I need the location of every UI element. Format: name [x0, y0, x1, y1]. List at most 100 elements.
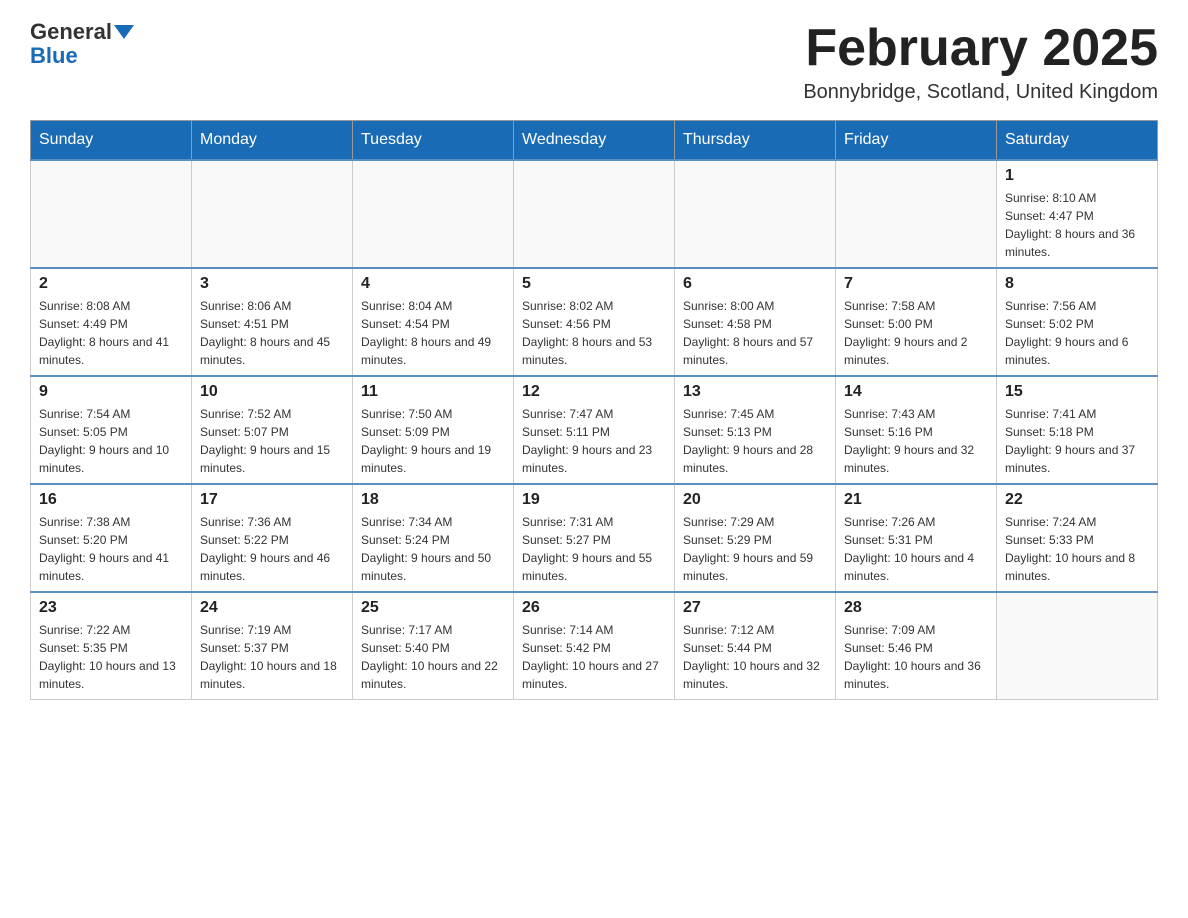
day-info: Sunrise: 7:22 AMSunset: 5:35 PMDaylight:…: [39, 621, 183, 693]
day-of-week-tuesday: Tuesday: [353, 121, 514, 161]
calendar-cell: 28 Sunrise: 7:09 AMSunset: 5:46 PMDayligh…: [836, 592, 997, 700]
day-info: Sunrise: 7:43 AMSunset: 5:16 PMDaylight:…: [844, 405, 988, 477]
day-number: 27: [683, 599, 827, 617]
day-info: Sunrise: 7:50 AMSunset: 5:09 PMDaylight:…: [361, 405, 505, 477]
calendar-cell: 1 Sunrise: 8:10 AMSunset: 4:47 PMDaylight…: [997, 160, 1158, 268]
day-number: 5: [522, 275, 666, 293]
calendar-cell: 21 Sunrise: 7:26 AMSunset: 5:31 PMDayligh…: [836, 484, 997, 592]
day-number: 12: [522, 383, 666, 401]
calendar-cell: [31, 160, 192, 268]
day-of-week-friday: Friday: [836, 121, 997, 161]
calendar-cell: 4Sunrise: 8:04 AMSunset: 4:54 PMDaylight…: [353, 268, 514, 376]
day-info: Sunrise: 7:24 AMSunset: 5:33 PMDaylight:…: [1005, 513, 1149, 585]
day-number: 19: [522, 491, 666, 509]
calendar-cell: [192, 160, 353, 268]
day-number: 20: [683, 491, 827, 509]
day-info: Sunrise: 7:45 AMSunset: 5:13 PMDaylight:…: [683, 405, 827, 477]
day-info: Sunrise: 7:17 AMSunset: 5:40 PMDaylight:…: [361, 621, 505, 693]
title-block: February 2025 Bonnybridge, Scotland, Uni…: [803, 20, 1158, 104]
calendar-cell: 8 Sunrise: 7:56 AMSunset: 5:02 PMDaylight…: [997, 268, 1158, 376]
day-number: 3: [200, 275, 344, 293]
calendar-cell: 10 Sunrise: 7:52 AMSunset: 5:07 PMDayligh…: [192, 376, 353, 484]
day-of-week-thursday: Thursday: [675, 121, 836, 161]
day-info: Sunrise: 7:26 AMSunset: 5:31 PMDaylight:…: [844, 513, 988, 585]
calendar-cell: 22 Sunrise: 7:24 AMSunset: 5:33 PMDayligh…: [997, 484, 1158, 592]
day-number: 18: [361, 491, 505, 509]
calendar-cell: 2 Sunrise: 8:08 AMSunset: 4:49 PMDaylight…: [31, 268, 192, 376]
logo: General Blue: [30, 20, 134, 68]
calendar-cell: 12 Sunrise: 7:47 AMSunset: 5:11 PMDayligh…: [514, 376, 675, 484]
day-number: 28: [844, 599, 988, 617]
calendar-week-3: 9 Sunrise: 7:54 AMSunset: 5:05 PMDaylight…: [31, 376, 1158, 484]
day-number: 26: [522, 599, 666, 617]
day-info: Sunrise: 7:19 AMSunset: 5:37 PMDaylight:…: [200, 621, 344, 693]
calendar-week-5: 23 Sunrise: 7:22 AMSunset: 5:35 PMDayligh…: [31, 592, 1158, 700]
calendar-cell: 24Sunrise: 7:19 AMSunset: 5:37 PMDayligh…: [192, 592, 353, 700]
calendar-cell: 19 Sunrise: 7:31 AMSunset: 5:27 PMDayligh…: [514, 484, 675, 592]
day-number: 10: [200, 383, 344, 401]
day-number: 1: [1005, 167, 1149, 185]
day-number: 17: [200, 491, 344, 509]
day-of-week-monday: Monday: [192, 121, 353, 161]
calendar: SundayMondayTuesdayWednesdayThursdayFrid…: [30, 120, 1158, 700]
day-of-week-sunday: Sunday: [31, 121, 192, 161]
calendar-cell: [514, 160, 675, 268]
day-number: 21: [844, 491, 988, 509]
day-number: 2: [39, 275, 183, 293]
calendar-cell: 14 Sunrise: 7:43 AMSunset: 5:16 PMDayligh…: [836, 376, 997, 484]
calendar-cell: [997, 592, 1158, 700]
day-info: Sunrise: 7:54 AMSunset: 5:05 PMDaylight:…: [39, 405, 183, 477]
day-number: 11: [361, 383, 505, 401]
day-number: 7: [844, 275, 988, 293]
logo-text-general: General: [30, 20, 112, 44]
calendar-cell: 13 Sunrise: 7:45 AMSunset: 5:13 PMDayligh…: [675, 376, 836, 484]
day-info: Sunrise: 8:06 AMSunset: 4:51 PMDaylight:…: [200, 297, 344, 369]
calendar-cell: 23 Sunrise: 7:22 AMSunset: 5:35 PMDayligh…: [31, 592, 192, 700]
day-info: Sunrise: 7:09 AMSunset: 5:46 PMDaylight:…: [844, 621, 988, 693]
logo-triangle-icon: [114, 25, 134, 39]
calendar-cell: 3 Sunrise: 8:06 AMSunset: 4:51 PMDaylight…: [192, 268, 353, 376]
day-info: Sunrise: 8:08 AMSunset: 4:49 PMDaylight:…: [39, 297, 183, 369]
calendar-cell: 11 Sunrise: 7:50 AMSunset: 5:09 PMDayligh…: [353, 376, 514, 484]
calendar-cell: [675, 160, 836, 268]
calendar-cell: 27 Sunrise: 7:12 AMSunset: 5:44 PMDayligh…: [675, 592, 836, 700]
calendar-cell: 26Sunrise: 7:14 AMSunset: 5:42 PMDayligh…: [514, 592, 675, 700]
day-number: 23: [39, 599, 183, 617]
day-info: Sunrise: 7:31 AMSunset: 5:27 PMDaylight:…: [522, 513, 666, 585]
day-number: 16: [39, 491, 183, 509]
day-of-week-saturday: Saturday: [997, 121, 1158, 161]
day-info: Sunrise: 7:36 AMSunset: 5:22 PMDaylight:…: [200, 513, 344, 585]
day-number: 22: [1005, 491, 1149, 509]
day-number: 9: [39, 383, 183, 401]
day-number: 15: [1005, 383, 1149, 401]
day-info: Sunrise: 8:00 AMSunset: 4:58 PMDaylight:…: [683, 297, 827, 369]
calendar-cell: 20 Sunrise: 7:29 AMSunset: 5:29 PMDayligh…: [675, 484, 836, 592]
calendar-week-4: 16Sunrise: 7:38 AMSunset: 5:20 PMDayligh…: [31, 484, 1158, 592]
location: Bonnybridge, Scotland, United Kingdom: [803, 81, 1158, 104]
day-info: Sunrise: 7:41 AMSunset: 5:18 PMDaylight:…: [1005, 405, 1149, 477]
day-number: 6: [683, 275, 827, 293]
calendar-week-1: 1 Sunrise: 8:10 AMSunset: 4:47 PMDaylight…: [31, 160, 1158, 268]
calendar-cell: 9 Sunrise: 7:54 AMSunset: 5:05 PMDaylight…: [31, 376, 192, 484]
calendar-cell: 25 Sunrise: 7:17 AMSunset: 5:40 PMDayligh…: [353, 592, 514, 700]
day-info: Sunrise: 7:56 AMSunset: 5:02 PMDaylight:…: [1005, 297, 1149, 369]
day-info: Sunrise: 7:12 AMSunset: 5:44 PMDaylight:…: [683, 621, 827, 693]
day-number: 8: [1005, 275, 1149, 293]
calendar-cell: 5 Sunrise: 8:02 AMSunset: 4:56 PMDaylight…: [514, 268, 675, 376]
day-info: Sunrise: 7:47 AMSunset: 5:11 PMDaylight:…: [522, 405, 666, 477]
day-info: Sunrise: 7:58 AMSunset: 5:00 PMDaylight:…: [844, 297, 988, 369]
calendar-cell: 15 Sunrise: 7:41 AMSunset: 5:18 PMDayligh…: [997, 376, 1158, 484]
day-info: Sunrise: 8:02 AMSunset: 4:56 PMDaylight:…: [522, 297, 666, 369]
month-title: February 2025: [803, 20, 1158, 77]
calendar-cell: 16Sunrise: 7:38 AMSunset: 5:20 PMDayligh…: [31, 484, 192, 592]
day-number: 13: [683, 383, 827, 401]
day-info: Sunrise: 7:29 AMSunset: 5:29 PMDaylight:…: [683, 513, 827, 585]
day-number: 25: [361, 599, 505, 617]
day-info: Sunrise: 7:34 AMSunset: 5:24 PMDaylight:…: [361, 513, 505, 585]
day-number: 14: [844, 383, 988, 401]
day-info: Sunrise: 8:10 AMSunset: 4:47 PMDaylight:…: [1005, 189, 1149, 261]
page-header: General Blue February 2025 Bonnybridge, …: [30, 20, 1158, 104]
day-info: Sunrise: 8:04 AMSunset: 4:54 PMDaylight:…: [361, 297, 505, 369]
calendar-cell: 17 Sunrise: 7:36 AMSunset: 5:22 PMDayligh…: [192, 484, 353, 592]
day-info: Sunrise: 7:52 AMSunset: 5:07 PMDaylight:…: [200, 405, 344, 477]
